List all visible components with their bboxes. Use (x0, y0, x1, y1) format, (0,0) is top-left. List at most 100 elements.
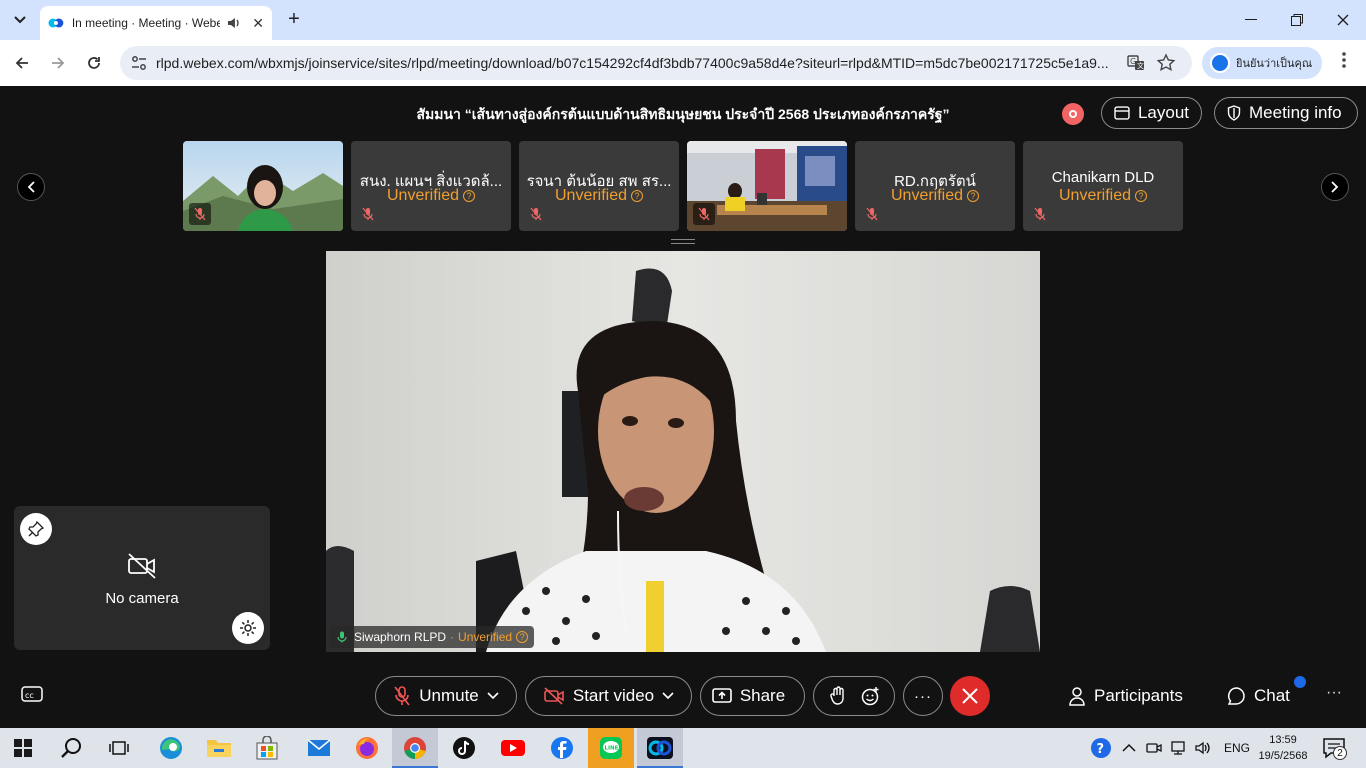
webex-meeting-app: สัมมนา “เส้นทางสู่องค์กรต้นแบบด้านสิทธิม… (0, 86, 1366, 728)
facebook-app[interactable] (539, 728, 585, 768)
pin-button[interactable] (20, 513, 52, 545)
browser-tab-active[interactable]: In meeting · Meeting · Webex ✕ (40, 6, 272, 40)
video-settings-button[interactable] (232, 612, 264, 644)
browser-menu-button[interactable] (1334, 52, 1354, 74)
chevron-right-icon (1331, 181, 1339, 193)
speaker-name-label: Siwaphorn RLPD · Unverified ? (330, 626, 535, 648)
chevron-up-icon[interactable] (1122, 743, 1136, 753)
address-bar[interactable]: rlpd.webex.com/wbxmjs/joinservice/sites/… (120, 46, 1192, 80)
share-button[interactable]: Share (700, 676, 805, 716)
site-settings-icon[interactable] (130, 54, 148, 72)
participant-tile[interactable]: RD.กฤตรัตน์ Unverified? (855, 141, 1015, 231)
raise-hand-icon[interactable] (829, 686, 847, 706)
meeting-info-button[interactable]: Meeting info (1214, 97, 1358, 129)
help-icon[interactable]: ? (1090, 737, 1112, 759)
store-app[interactable] (244, 728, 290, 768)
leave-meeting-button[interactable] (950, 676, 990, 716)
restore-button[interactable] (1274, 8, 1320, 32)
system-clock[interactable]: 13:59 19/5/2568 (1252, 732, 1314, 764)
panel-overflow-button[interactable]: ··· (1326, 684, 1342, 702)
start-video-button[interactable]: Start video (525, 676, 692, 716)
participant-tile[interactable]: รจนา ต้นน้อย สพ สร... Unverified? (519, 141, 679, 231)
volume-icon[interactable] (1194, 740, 1212, 756)
folder-icon (207, 740, 231, 757)
webex-icon (647, 737, 673, 759)
mail-app[interactable] (296, 728, 342, 768)
meeting-info-label: Meeting info (1249, 103, 1342, 122)
svg-text:LINE: LINE (605, 746, 619, 752)
youtube-app[interactable] (490, 728, 536, 768)
url-text[interactable]: rlpd.webex.com/wbxmjs/joinservice/sites/… (156, 55, 1116, 71)
layout-button[interactable]: Layout (1101, 97, 1202, 129)
share-label: Share (739, 686, 786, 705)
help-icon: ? (967, 189, 980, 202)
reload-button[interactable] (80, 49, 108, 77)
emoji-reaction-icon[interactable] (860, 686, 880, 706)
back-button[interactable] (8, 49, 36, 77)
speaker-video-frame (326, 251, 1040, 652)
speaker-icon[interactable] (226, 15, 242, 31)
close-window-button[interactable] (1320, 8, 1366, 32)
forward-button[interactable] (44, 49, 72, 77)
clock-date: 19/5/2568 (1258, 750, 1308, 762)
network-icon[interactable] (1170, 740, 1186, 756)
share-icon (712, 688, 732, 703)
unmute-label: Unmute (419, 686, 479, 705)
unverified-label: Unverified (554, 187, 628, 204)
chat-button[interactable]: Chat (1226, 684, 1290, 708)
start-button[interactable] (0, 728, 46, 768)
participants-label: Participants (1094, 686, 1183, 705)
unmute-button[interactable]: Unmute (375, 676, 517, 716)
strip-resize-handle[interactable] (671, 239, 695, 244)
profile-button[interactable]: ยินยันว่าเป็นคุณ (1202, 47, 1322, 79)
mic-active-icon (337, 631, 347, 643)
task-view-button[interactable] (96, 728, 142, 768)
gear-icon (240, 620, 256, 636)
tab-search-button[interactable] (8, 8, 32, 32)
participant-status: Unverified? (1027, 187, 1179, 205)
line-app[interactable]: LINE (588, 728, 634, 768)
bookmark-star-icon[interactable] (1156, 53, 1176, 73)
translate-icon[interactable]: G文 (1126, 53, 1146, 73)
restore-icon (1291, 14, 1303, 26)
closed-captions-button[interactable]: cc (20, 684, 44, 704)
edge-app[interactable] (148, 728, 194, 768)
taskbar-search-button[interactable] (48, 728, 94, 768)
participant-tile[interactable]: Chanikarn DLD Unverified? (1023, 141, 1183, 231)
person-icon (1069, 687, 1085, 706)
participants-button[interactable]: Participants (1068, 684, 1183, 708)
profile-label: ยินยันว่าเป็นคุณ (1236, 58, 1313, 70)
chevron-down-icon[interactable] (662, 692, 674, 700)
svg-text:文: 文 (1137, 61, 1144, 70)
carousel-prev-button[interactable] (17, 173, 45, 201)
chevron-left-icon (27, 181, 35, 193)
edge-icon (160, 737, 182, 759)
participant-tile[interactable]: สนง. แผนฯ สิ่งแวดล้... Unverified? (351, 141, 511, 231)
mic-muted-icon (698, 207, 710, 221)
input-language[interactable]: ENG (1224, 741, 1250, 755)
chevron-down-icon[interactable] (487, 692, 499, 700)
chrome-icon (404, 737, 426, 759)
tab-close-button[interactable]: ✕ (252, 15, 264, 32)
mic-muted-icon (1034, 207, 1046, 221)
meet-now-icon[interactable] (1146, 740, 1162, 756)
windows-taskbar: LINE ? ENG 13:59 19/5/2568 2 (0, 728, 1366, 768)
svg-text:cc: cc (25, 691, 34, 700)
mic-muted-icon (394, 686, 410, 706)
tiktok-app[interactable] (441, 728, 487, 768)
video-off-icon (544, 687, 564, 705)
minimize-button[interactable] (1228, 8, 1274, 32)
file-explorer-app[interactable] (196, 728, 242, 768)
recording-indicator (1062, 103, 1084, 125)
participant-tile[interactable] (687, 141, 847, 231)
more-options-button[interactable]: ··· (903, 676, 943, 716)
active-speaker-video[interactable]: Siwaphorn RLPD · Unverified ? (326, 251, 1040, 652)
webex-app[interactable] (637, 728, 683, 768)
chrome-app[interactable] (392, 728, 438, 768)
new-tab-button[interactable]: + (282, 8, 306, 32)
participant-tile[interactable] (183, 141, 343, 231)
shield-icon (1227, 105, 1241, 121)
carousel-next-button[interactable] (1321, 173, 1349, 201)
firefox-app[interactable] (344, 728, 390, 768)
webex-favicon-icon (48, 18, 64, 28)
